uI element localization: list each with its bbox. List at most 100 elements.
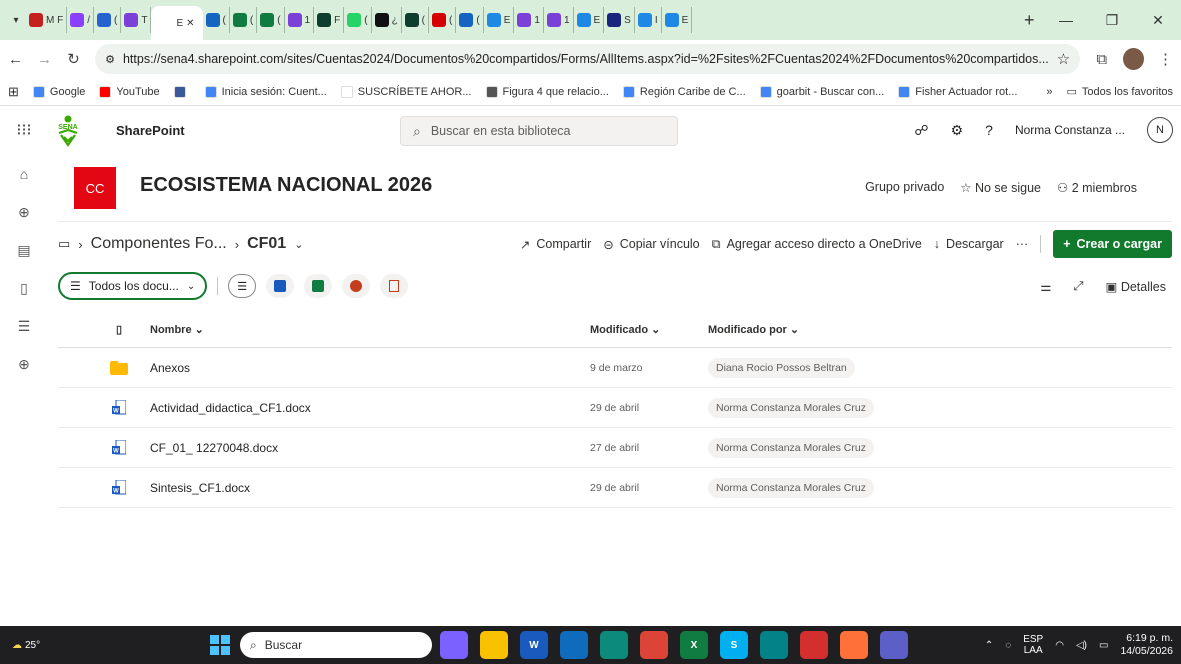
wifi-icon[interactable]: ◠ <box>1055 640 1064 651</box>
browser-tab[interactable]: I <box>635 7 662 33</box>
user-name[interactable]: Norma Constanza ... <box>1015 123 1125 137</box>
profile-avatar[interactable] <box>1123 48 1144 70</box>
bookmark-item[interactable]: goarbit - Buscar con... <box>759 85 884 98</box>
modified-by-column-header[interactable]: Modificado por ⌄ <box>708 323 1172 336</box>
bookmark-star-icon[interactable]: ☆ <box>1057 50 1070 68</box>
chevron-down-icon[interactable]: ⌄ <box>294 238 303 251</box>
list-row[interactable]: W CF_01_ 12270048.docx 27 de abril Norma Co… <box>58 428 1172 468</box>
bookmark-item[interactable]: Figura 4 que relacio... <box>485 85 609 98</box>
document-icon[interactable]: ▯ <box>14 278 34 298</box>
browser-tab[interactable]: 1 <box>285 7 315 33</box>
file-name[interactable]: Anexos <box>150 361 590 375</box>
firefox-app-icon[interactable] <box>840 631 868 659</box>
modified-by-persona[interactable]: Norma Constanza Morales Cruz <box>708 437 874 458</box>
chevron-up-icon[interactable]: ⌃ <box>985 640 993 651</box>
chrome-app-icon[interactable] <box>640 631 668 659</box>
file-name[interactable]: Actividad_didactica_CF1.docx <box>150 401 590 415</box>
list-row[interactable]: Anexos 9 de marzo Diana Rocio Possos Beltr… <box>58 348 1172 388</box>
help-icon[interactable]: ? <box>985 122 993 138</box>
forward-icon[interactable]: → <box>37 51 52 68</box>
browser-tab[interactable]: ( <box>429 7 457 33</box>
battery-icon[interactable]: ▭ <box>1099 640 1108 651</box>
browser-tab[interactable]: 1 <box>544 7 574 33</box>
language-indicator[interactable]: ESP LAA <box>1023 634 1043 656</box>
back-icon[interactable]: ← <box>8 51 23 68</box>
site-title[interactable]: ECOSISTEMA NACIONAL 2026 <box>140 174 432 197</box>
browser-tab[interactable]: ( <box>94 7 122 33</box>
globe-icon[interactable]: ⊕ <box>14 202 34 222</box>
all-bookmarks-button[interactable]: ▭ Todos los favoritos <box>1066 85 1173 99</box>
bookmark-item[interactable]: Inicia sesión: Cuent... <box>204 85 327 98</box>
settings-gear-icon[interactable]: ⚙ <box>951 122 964 139</box>
extensions-icon[interactable]: ⧉ <box>1094 51 1109 68</box>
start-button[interactable] <box>210 635 230 655</box>
file-name[interactable]: CF_01_ 12270048.docx <box>150 441 590 455</box>
minimize-button[interactable]: — <box>1043 12 1089 28</box>
bookmark-item[interactable] <box>173 85 191 98</box>
skype-app-icon[interactable]: S <box>720 631 748 659</box>
bookmark-item[interactable]: Google <box>32 85 85 98</box>
bookmark-item[interactable]: YouTube <box>99 85 160 98</box>
teams-app-icon[interactable] <box>880 631 908 659</box>
acrobat-app-icon[interactable] <box>800 631 828 659</box>
file-name[interactable]: Sintesis_CF1.docx <box>150 481 590 495</box>
pdf-filter-chip[interactable] <box>380 274 409 298</box>
more-bookmarks-button[interactable]: » <box>1046 86 1052 98</box>
browser-tab[interactable]: T <box>121 7 152 33</box>
download-button[interactable]: ↓ Descargar <box>934 237 1004 251</box>
url-text[interactable]: https://sena4.sharepoint.com/sites/Cuent… <box>123 52 1049 66</box>
excel-filter-chip[interactable] <box>304 274 333 298</box>
filter-chip[interactable]: ☰ <box>228 274 257 298</box>
restore-button[interactable]: ❐ <box>1089 12 1135 29</box>
excel-app-icon[interactable]: X <box>680 631 708 659</box>
browser-tab[interactable]: M F <box>26 7 68 33</box>
browser-tab[interactable]: E <box>662 7 693 33</box>
members-button[interactable]: ⚇ 2 miembros <box>1057 180 1137 195</box>
sharepoint-app-title[interactable]: SharePoint <box>116 123 185 138</box>
modified-column-header[interactable]: Modificado ⌄ <box>590 323 708 336</box>
app-launcher-icon[interactable]: ⁝⁝⁝ <box>0 120 48 140</box>
bookmark-item[interactable]: Fisher Actuador rot... <box>898 85 1017 98</box>
view-selector[interactable]: ☰ Todos los docu... ⌄ <box>58 272 208 300</box>
name-column-header[interactable]: Nombre ⌄ <box>150 323 590 336</box>
sharepoint-app-icon[interactable] <box>760 631 788 659</box>
people-network-icon[interactable]: ☍ <box>914 122 928 139</box>
news-icon[interactable]: ▤ <box>14 240 34 260</box>
home-icon[interactable]: ⌂ <box>14 164 34 184</box>
browser-tab[interactable]: 1 <box>514 7 544 33</box>
list-row[interactable]: W Sintesis_CF1.docx 29 de abril Norma Const… <box>58 468 1172 508</box>
list-row[interactable]: W Actividad_didactica_CF1.docx 29 de abril… <box>58 388 1172 428</box>
lists-icon[interactable]: ☰ <box>14 316 34 336</box>
new-tab-button[interactable]: + <box>1024 10 1035 31</box>
browser-tab[interactable]: ( <box>257 7 285 33</box>
browser-tab[interactable]: ( <box>230 7 258 33</box>
browser-tab[interactable]: F <box>314 7 345 33</box>
bookmark-item[interactable]: SUSCRÍBETE AHOR... <box>340 85 472 98</box>
create-plus-icon[interactable]: ⊕ <box>14 354 34 374</box>
cursor-app-icon[interactable] <box>560 631 588 659</box>
library-search-input[interactable]: ⌕ Buscar en esta biblioteca <box>400 116 678 146</box>
browser-tab[interactable]: ¿ <box>372 7 402 33</box>
file-explorer-icon[interactable] <box>480 631 508 659</box>
edge-app-icon[interactable] <box>600 631 628 659</box>
url-bar[interactable]: ⚙ https://sena4.sharepoint.com/sites/Cue… <box>95 44 1081 74</box>
browser-tab[interactable]: / <box>67 7 94 33</box>
details-button[interactable]: ▣ Detalles <box>1106 279 1166 294</box>
file-type-header-icon[interactable]: ▯ <box>58 323 150 336</box>
site-logo[interactable]: CC <box>74 167 116 209</box>
modified-by-persona[interactable]: Norma Constanza Morales Cruz <box>708 477 874 498</box>
create-upload-button[interactable]: + Crear o cargar <box>1053 230 1172 258</box>
browser-tab[interactable]: S <box>604 7 635 33</box>
share-button[interactable]: ↗ Compartir <box>520 237 591 252</box>
volume-icon[interactable]: ◁) <box>1076 640 1087 651</box>
copilot-icon[interactable]: ◌ <box>1005 640 1011 651</box>
browser-tab[interactable]: E <box>484 7 515 33</box>
tab-search-icon[interactable]: ▾ <box>6 10 26 30</box>
close-tab-icon[interactable]: ✕ <box>186 18 194 29</box>
taskbar-search[interactable]: ⌕ Buscar <box>240 632 432 658</box>
follow-button[interactable]: ☆ No se sigue <box>960 180 1041 195</box>
weather-widget[interactable]: ☁ 25° <box>0 640 60 651</box>
more-button[interactable]: ··· <box>1016 237 1029 251</box>
add-shortcut-button[interactable]: ⧉ Agregar acceso directo a OneDrive <box>712 237 922 252</box>
copilot-app-icon[interactable] <box>440 631 468 659</box>
